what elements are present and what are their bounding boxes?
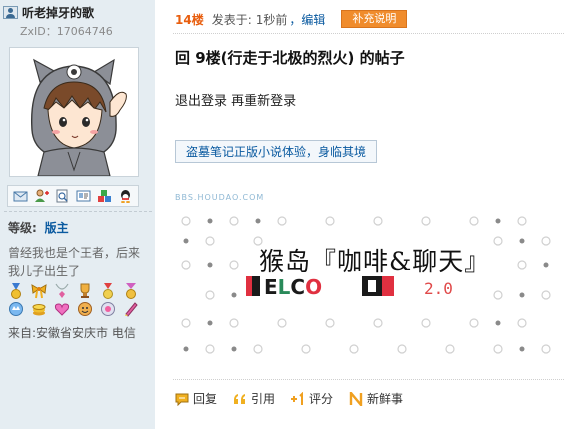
- user-rank: 等级: 版主: [8, 219, 69, 236]
- quote-label: 引用: [251, 392, 276, 406]
- medal-orb-icon[interactable]: [100, 301, 116, 317]
- banner-logo-letter-c: C: [290, 275, 306, 299]
- medal-gift-icon[interactable]: [100, 283, 116, 299]
- news-button[interactable]: 新鲜事: [349, 390, 403, 407]
- medal-blue-ribbon-icon[interactable]: [8, 283, 24, 299]
- rank-label: 等级:: [8, 221, 37, 235]
- banner-title: 猴岛『咖啡&聊天』: [259, 247, 491, 276]
- site-watermark: BBS.HOUDAO.COM: [175, 193, 265, 202]
- rate-button[interactable]: 评分: [291, 390, 333, 407]
- floor-number[interactable]: 14楼: [175, 11, 204, 28]
- post-title: 回 9楼(行走于北极的烈火) 的帖子: [175, 49, 405, 67]
- posted-time: 1秒前: [255, 12, 288, 27]
- reply-icon: [175, 393, 189, 406]
- profile-card-icon[interactable]: [76, 189, 91, 203]
- banner-logo-letter-e: E: [264, 275, 278, 299]
- medal-list: [8, 283, 143, 319]
- banner-logo-text: E L C O: [264, 275, 322, 299]
- medal-face-icon[interactable]: [77, 301, 93, 317]
- medal-bow-icon[interactable]: [31, 283, 47, 299]
- medal-necklace-icon[interactable]: [54, 283, 70, 299]
- avatar-cartoon-image: [10, 48, 138, 176]
- qq-icon[interactable]: [118, 189, 133, 203]
- news-label: 新鲜事: [367, 392, 404, 406]
- sidebar-divider: [4, 211, 152, 212]
- post-body-text: 退出登录 再重新登录: [175, 94, 297, 109]
- user-signature: 曾经我也是个王者，后来我儿子出生了: [8, 246, 141, 278]
- email-icon[interactable]: [13, 189, 28, 203]
- banner-logo-letter-o: O: [305, 275, 323, 299]
- banner-version: 2.0: [424, 279, 453, 298]
- medal-pen-icon[interactable]: [123, 301, 139, 317]
- user-action-toolbar: [7, 185, 139, 207]
- medal-heart-icon[interactable]: [54, 301, 70, 317]
- rate-plus-one-icon: [291, 391, 304, 405]
- medal-trophy-icon[interactable]: [77, 283, 93, 299]
- reply-label: 回复: [193, 392, 218, 406]
- reply-button[interactable]: 回复: [175, 390, 217, 407]
- user-location: 来自:安徽省安庆市 电信: [8, 326, 136, 340]
- medal-crown-icon[interactable]: [8, 301, 24, 317]
- user-sidebar: 听老掉牙的歌 ZxID：17064746 等级: 版主 曾经我也是个王者，后来我…: [0, 0, 155, 429]
- add-friend-icon[interactable]: [34, 189, 49, 203]
- promo-link[interactable]: 盗墓笔记正版小说体验，身临其境: [175, 140, 378, 163]
- supplement-button[interactable]: 补充说明: [341, 10, 408, 28]
- edit-link[interactable]: ，编辑: [289, 11, 325, 28]
- posted-label: 发表于:: [211, 12, 252, 27]
- quote-button[interactable]: 引用: [233, 390, 275, 407]
- post-header: 14楼 发表于: 1秒前 ，编辑 补充说明: [175, 10, 408, 28]
- cafe-banner-image: 猴岛『咖啡&聊天』 E L C O 2.0: [174, 213, 564, 370]
- user-icon: [3, 5, 18, 19]
- medal-coin-icon[interactable]: [31, 301, 47, 317]
- rank-value[interactable]: 版主: [45, 221, 69, 235]
- quote-icon: [234, 393, 246, 404]
- avatar[interactable]: [9, 47, 139, 177]
- blocks-icon[interactable]: [97, 189, 112, 203]
- post-actions: 回复 引用 评分 新鲜事: [175, 390, 419, 407]
- news-icon: [349, 391, 363, 406]
- post-content: 14楼 发表于: 1秒前 ，编辑 补充说明 回 9楼(行走于北极的烈火) 的帖子…: [155, 0, 564, 429]
- banner-dot-pattern: [181, 216, 551, 354]
- user-header: 听老掉牙的歌: [3, 3, 94, 21]
- search-posts-icon[interactable]: [55, 189, 70, 203]
- user-id: ZxID：17064746: [20, 25, 113, 38]
- footer-divider: [173, 379, 564, 380]
- rate-label: 评分: [309, 392, 334, 406]
- medal-badge-icon[interactable]: [123, 283, 139, 299]
- banner-logo-letter-l: L: [277, 275, 291, 299]
- header-divider: [173, 33, 564, 34]
- username[interactable]: 听老掉牙的歌: [22, 4, 94, 21]
